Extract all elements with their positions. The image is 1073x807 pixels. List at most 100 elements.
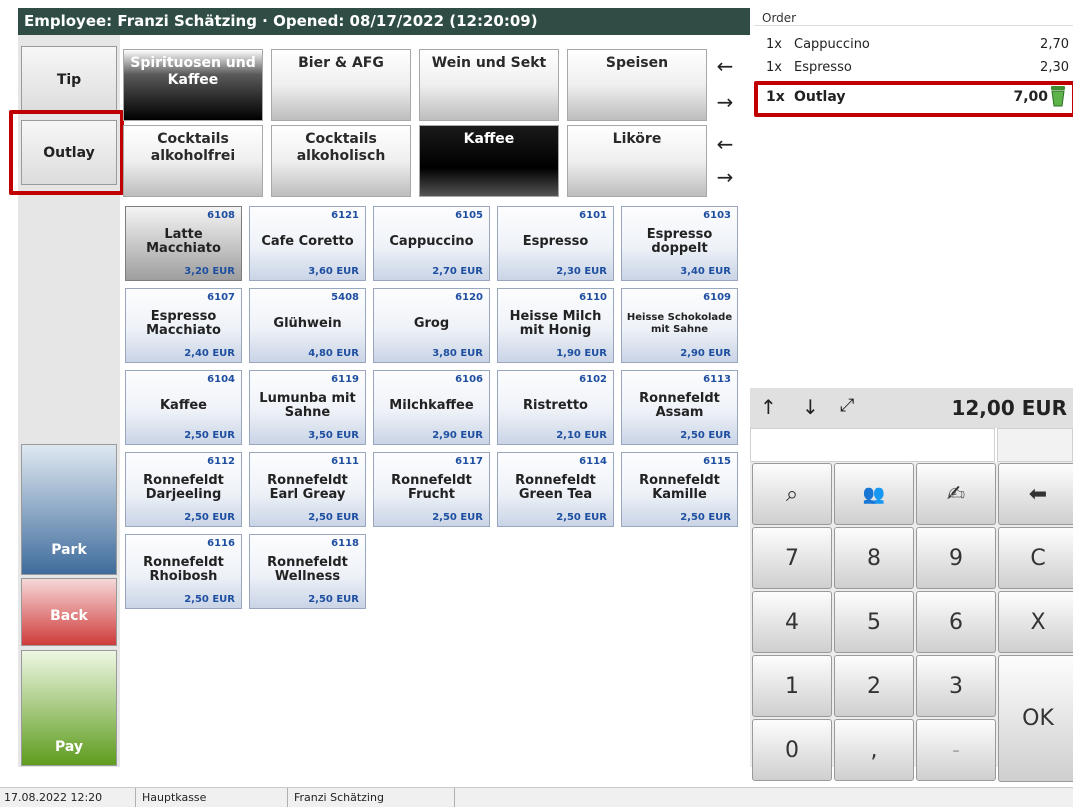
product-button[interactable]: 6105 Cappuccino 2,70 EUR: [373, 206, 490, 281]
key-1[interactable]: 1: [752, 655, 832, 717]
product-name: Espresso Macchiato: [146, 309, 221, 338]
product-button[interactable]: 6117 Ronnefeldt Frucht 2,50 EUR: [373, 452, 490, 527]
order-line[interactable]: 1x Cappuccino 2,70: [766, 35, 1073, 54]
key-comma[interactable]: ,: [834, 719, 914, 781]
category-spirituosen-und-kaffee[interactable]: Spirituosen und Kaffee: [123, 49, 263, 121]
key-2[interactable]: 2: [834, 655, 914, 717]
product-price: 2,50 EUR: [184, 594, 235, 605]
order-total: 12,00 EUR: [951, 396, 1067, 420]
search-button[interactable]: ⌕: [752, 463, 832, 525]
ok-button[interactable]: OK: [998, 655, 1073, 782]
arrow-down-icon[interactable]: ↓: [802, 395, 819, 419]
product-code: 6108: [207, 210, 235, 221]
key-3[interactable]: 3: [916, 655, 996, 717]
status-register: Hauptkasse: [138, 788, 288, 807]
product-button[interactable]: 6121 Cafe Coretto 3,60 EUR: [249, 206, 366, 281]
customer-button[interactable]: 👥: [834, 463, 914, 525]
status-datetime: 17.08.2022 12:20: [0, 788, 136, 807]
key-7[interactable]: 7: [752, 527, 832, 589]
arrow-up-icon[interactable]: ↑: [760, 395, 777, 419]
product-button[interactable]: 6110 Heisse Milch mit Honig 1,90 EUR: [497, 288, 614, 363]
product-button[interactable]: 6101 Espresso 2,30 EUR: [497, 206, 614, 281]
product-button[interactable]: 6116 Ronnefeldt Rhoibosh 2,50 EUR: [125, 534, 242, 609]
category-speisen[interactable]: Speisen: [567, 49, 707, 121]
product-code: 6105: [455, 210, 483, 221]
category-row2-next-arrow[interactable]: →: [711, 163, 739, 191]
key-minus[interactable]: -: [916, 719, 996, 781]
product-code: 6114: [579, 456, 607, 467]
back-button[interactable]: Back: [21, 578, 117, 646]
status-bar: 17.08.2022 12:20 Hauptkasse Franzi Schät…: [0, 787, 1073, 807]
product-button[interactable]: 6119 Lumunba mit Sahne 3,50 EUR: [249, 370, 366, 445]
product-button[interactable]: 6112 Ronnefeldt Darjeeling 2,50 EUR: [125, 452, 242, 527]
amount-input[interactable]: [750, 428, 995, 462]
search-icon: ⌕: [785, 481, 799, 507]
product-price: 2,10 EUR: [556, 430, 607, 441]
product-button[interactable]: 6107 Espresso Macchiato 2,40 EUR: [125, 288, 242, 363]
key-clear[interactable]: C: [998, 527, 1073, 589]
product-button[interactable]: 6114 Ronnefeldt Green Tea 2,50 EUR: [497, 452, 614, 527]
product-price: 3,60 EUR: [308, 266, 359, 277]
product-button[interactable]: 6118 Ronnefeldt Wellness 2,50 EUR: [249, 534, 366, 609]
category-row1-next-arrow[interactable]: →: [711, 88, 739, 116]
key-9[interactable]: 9: [916, 527, 996, 589]
product-button[interactable]: 6102 Ristretto 2,10 EUR: [497, 370, 614, 445]
category-cocktails-alkoholisch[interactable]: Cocktails alkoholisch: [271, 125, 411, 197]
secondary-input[interactable]: [997, 428, 1073, 462]
category-likore[interactable]: Liköre: [567, 125, 707, 197]
product-price: 2,50 EUR: [308, 594, 359, 605]
order-header: Order: [754, 10, 1073, 26]
product-button[interactable]: 6109 Heisse Schokolade mit Sahne 2,90 EUR: [621, 288, 738, 363]
order-line[interactable]: 1x Espresso 2,30: [766, 58, 1073, 77]
category-label: Kaffee: [463, 131, 515, 147]
order-item-price: 2,30: [1040, 60, 1069, 75]
product-price: 1,90 EUR: [556, 348, 607, 359]
key-6[interactable]: 6: [916, 591, 996, 653]
category-kaffee[interactable]: Kaffee: [419, 125, 559, 197]
backspace-button[interactable]: ⬅: [998, 463, 1073, 525]
product-price: 3,40 EUR: [680, 266, 731, 277]
key-0[interactable]: 0: [752, 719, 832, 781]
product-name: Heisse Schokolade mit Sahne: [626, 312, 733, 335]
product-name: Cappuccino: [389, 234, 474, 249]
product-button[interactable]: 6120 Grog 3,80 EUR: [373, 288, 490, 363]
product-code: 6115: [703, 456, 731, 467]
pay-button[interactable]: Pay: [21, 650, 117, 766]
product-button[interactable]: 6115 Ronnefeldt Kamille 2,50 EUR: [621, 452, 738, 527]
category-row2-prev-arrow[interactable]: ←: [711, 130, 739, 158]
product-price: 2,90 EUR: [680, 348, 731, 359]
product-name: Milchkaffee: [389, 398, 474, 413]
key-x[interactable]: X: [998, 591, 1073, 653]
product-button[interactable]: 6106 Milchkaffee 2,90 EUR: [373, 370, 490, 445]
product-name: Ronnefeldt Wellness: [267, 555, 348, 584]
product-button[interactable]: 6108 Latte Macchiato 3,20 EUR: [125, 206, 242, 281]
park-button-label: Park: [51, 542, 87, 558]
product-button[interactable]: 6103 Espresso doppelt 3,40 EUR: [621, 206, 738, 281]
product-price: 2,50 EUR: [184, 430, 235, 441]
pos-app: Employee: Franzi Schätzing · Opened: 08/…: [0, 0, 1073, 807]
product-name: Ronnefeldt Frucht: [391, 473, 472, 502]
category-row1-prev-arrow[interactable]: ←: [711, 52, 739, 80]
key-5[interactable]: 5: [834, 591, 914, 653]
product-button[interactable]: 6113 Ronnefeldt Assam 2,50 EUR: [621, 370, 738, 445]
category-wein-und-sekt[interactable]: Wein und Sekt: [419, 49, 559, 121]
product-price: 2,30 EUR: [556, 266, 607, 277]
product-button[interactable]: 6104 Kaffee 2,50 EUR: [125, 370, 242, 445]
product-name: Heisse Milch mit Honig: [509, 309, 602, 338]
product-code: 6112: [207, 456, 235, 467]
product-button[interactable]: 5408 Glühwein 4,80 EUR: [249, 288, 366, 363]
park-button[interactable]: Park: [21, 444, 117, 575]
status-employee: Franzi Schätzing: [290, 788, 455, 807]
product-code: 6117: [455, 456, 483, 467]
category-cocktails-alkoholfrei[interactable]: Cocktails alkoholfrei: [123, 125, 263, 197]
key-4[interactable]: 4: [752, 591, 832, 653]
product-name: Latte Macchiato: [146, 227, 221, 256]
expand-icon[interactable]: ⤢: [840, 395, 854, 416]
product-name: Glühwein: [273, 316, 342, 331]
key-8[interactable]: 8: [834, 527, 914, 589]
product-button[interactable]: 6111 Ronnefeldt Earl Greay 2,50 EUR: [249, 452, 366, 527]
sign-button[interactable]: ✍: [916, 463, 996, 525]
tip-button[interactable]: Tip: [21, 46, 117, 114]
category-bier-afg[interactable]: Bier & AFG: [271, 49, 411, 121]
order-item-name: Cappuccino: [794, 37, 870, 52]
